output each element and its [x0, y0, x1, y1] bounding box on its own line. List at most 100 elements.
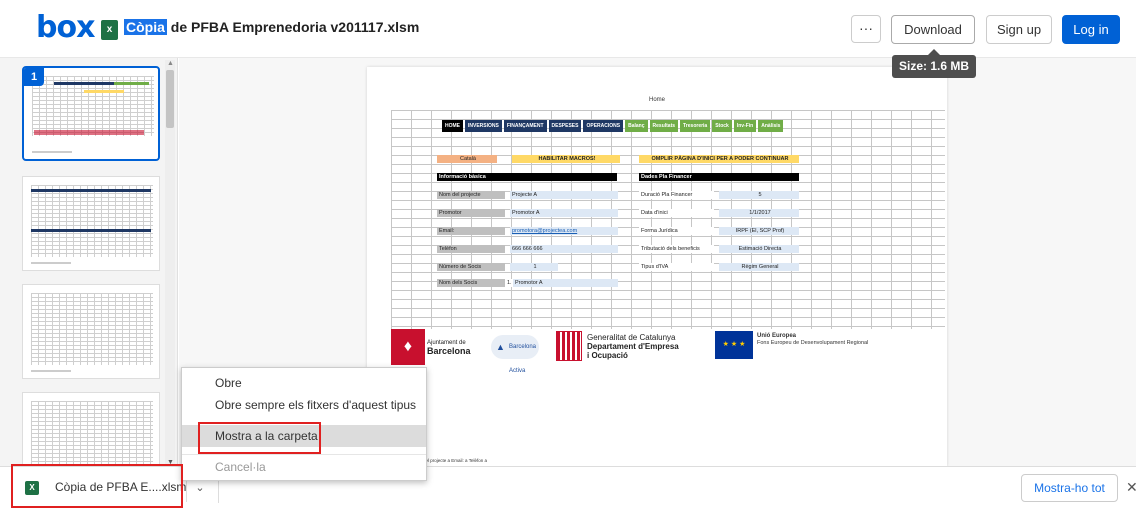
sheet-nav-tab: OPERACIONS [583, 120, 624, 132]
sheet-nav-tab: Stock [712, 120, 732, 132]
scroll-up-icon[interactable]: ▲ [167, 60, 174, 67]
thumbnail-grid [32, 76, 154, 136]
thumbnail-caption [31, 370, 71, 372]
activa-logo-line1: Barcelona [509, 344, 537, 350]
signup-button[interactable]: Sign up [986, 15, 1052, 44]
thumbnail-band [54, 82, 114, 85]
menu-divider [182, 454, 426, 455]
project-label: Nom del projecte [437, 191, 505, 199]
login-button[interactable]: Log in [1062, 15, 1120, 44]
menu-item-show-in-folder[interactable]: Mostra a la carpeta [182, 425, 426, 447]
menu-item-cancel[interactable]: Cancel·la [182, 456, 426, 478]
start-label: Data d'inici [639, 209, 714, 217]
thumbnail-caption [31, 262, 71, 264]
scroll-down-icon[interactable]: ▼ [167, 459, 174, 466]
sheet-nav-tab: INVERSIONS [465, 120, 502, 132]
download-item[interactable]: X Còpia de PFBA E....xlsm [12, 467, 186, 507]
generalitat-emblem-icon [556, 331, 582, 361]
sheet-nav-tab: Tresoreria [680, 120, 711, 132]
top-header: box x Còpia de PFBA Emprenedoria v201117… [0, 0, 1136, 58]
barcelona-logo-big: Barcelona [427, 346, 471, 356]
download-context-menu: Obre Obre sempre els fitxers d'aquest ti… [181, 367, 427, 481]
thumbnail-grid [31, 293, 153, 365]
generalitat-logo-text: Generalitat de Catalunya Departament d'Em… [587, 333, 679, 360]
page-footer-note: del projecte a Email: a Telèfon a [423, 458, 487, 463]
sidebar-scrollbar[interactable]: ▲ ▼ [165, 60, 175, 470]
sheet-nav-tab: Balanç [625, 120, 648, 132]
start-value: 1/1/2017 [719, 209, 799, 217]
thumbnail-grid [31, 401, 153, 466]
thumbnail-band [114, 82, 149, 85]
phone-label: Telèfon [437, 245, 505, 253]
eu-title: Unió Europea [757, 333, 797, 339]
excel-file-icon: X [25, 481, 39, 495]
phone-value: 666 666 666 [510, 245, 618, 253]
box-logo[interactable]: box [36, 10, 95, 45]
download-button[interactable]: Download [891, 15, 975, 44]
email-label: Email: [437, 227, 505, 235]
show-all-button[interactable]: Mostra-ho tot [1021, 474, 1118, 502]
sheet-nav-tab: HOME [442, 120, 463, 132]
excel-file-icon: x [101, 20, 118, 40]
fill-start-cell: OMPLIR PÀGINA D'INICI PER A PODER CONTIN… [639, 155, 799, 163]
eu-subtitle: Fons Europeu de Desenvolupament Regional [757, 340, 869, 346]
download-size-tooltip: Size: 1.6 MB [892, 49, 976, 78]
project-value: Projecte A [510, 191, 618, 199]
vat-label: Tipus d'IVA [639, 263, 714, 271]
active-page-number: 1 [24, 68, 44, 86]
partners-label: Número de Socis [437, 263, 505, 271]
duration-label: Duració Pla Financer [639, 191, 714, 199]
thumbnail-band [84, 90, 124, 93]
barcelona-logo-text: Ajuntament de Barcelona [427, 339, 471, 356]
tax-label: Tributació dels beneficis [639, 245, 714, 253]
barcelona-shield-icon: ♦ [391, 329, 425, 365]
sheet-heading: Home [648, 97, 665, 103]
vat-value: Règim General [719, 263, 799, 271]
page-thumbnail-sidebar: 1 [0, 58, 178, 466]
page-thumbnail[interactable] [22, 392, 160, 466]
thumbnail-grid [31, 185, 153, 257]
file-title-rest: de PFBA Emprenedoria v201117.xlsm [166, 19, 420, 35]
sheet-gridlines [391, 110, 945, 330]
menu-item-open[interactable]: Obre [182, 372, 426, 394]
download-file-name[interactable]: Còpia de PFBA E....xlsm [55, 480, 186, 494]
spreadsheet-page: Home HOME INVERSIONS FINANÇAMENT DESPESES OP… [367, 67, 947, 467]
scrollbar-thumb[interactable] [166, 70, 174, 128]
eu-logo-text: Unió Europea Fons Europeu de Desenvolupam… [757, 333, 868, 347]
generalitat-line2: Departament d'Empresa [587, 342, 679, 351]
partner-index: 1. [505, 279, 513, 287]
sheet-nav-tab: FINANÇAMENT [503, 120, 547, 132]
barcelona-activa-logo: Barcelona Activa [491, 335, 539, 374]
macros-cell: HABILITAR MACROS! [512, 155, 620, 163]
menu-item-always-open[interactable]: Obre sempre els fitxers d'aquest tipus [182, 394, 426, 416]
duration-value: 5 [719, 191, 799, 199]
thumbnail-caption [32, 151, 72, 153]
lang-cell: Català [437, 155, 497, 163]
email-value[interactable]: promotora@projectea.com [510, 227, 618, 235]
page-thumbnail[interactable] [22, 176, 160, 271]
sponsor-logos: ♦ Ajuntament deBarcelona Barcelona Activ… [391, 329, 945, 374]
page-thumbnail[interactable] [22, 284, 160, 379]
partners-value: 1 [510, 263, 558, 271]
generalitat-line1: Generalitat de Catalunya [587, 333, 676, 342]
browser-download-bar: X Còpia de PFBA E....xlsm ⌄ Mostra-ho to… [0, 466, 1136, 508]
page-thumbnail[interactable]: 1 [22, 66, 160, 161]
close-icon[interactable]: ✕ [1126, 479, 1136, 496]
sheet-nav-row: HOME INVERSIONS FINANÇAMENT DESPESES OPERACI… [442, 120, 784, 132]
partner-names-label: Nom dels Socis [437, 279, 505, 287]
more-options-button[interactable]: ··· [851, 15, 881, 43]
file-title: Còpia de PFBA Emprenedoria v201117.xlsm [124, 19, 419, 35]
sheet-nav-tab: DESPESES [548, 120, 582, 132]
thumbnail-band [31, 229, 151, 232]
partner-name: Promotor A [513, 279, 618, 287]
promoter-label: Promotor [437, 209, 505, 217]
sheet-nav-tab: Resultats [649, 120, 679, 132]
legal-label: Forma Jurídica [639, 227, 714, 235]
legal-value: IRPF (El, SCP Prof) [719, 227, 799, 235]
generalitat-line3: i Ocupació [587, 351, 628, 360]
tax-value: Estimació Directa [719, 245, 799, 253]
sheet-nav-tab: Inv-Fin [733, 120, 757, 132]
thumbnail-logos [34, 130, 144, 135]
sheet-nav-tab: Anàlisis [758, 120, 784, 132]
plan-data-header: Dades Pla Financer [639, 173, 799, 181]
